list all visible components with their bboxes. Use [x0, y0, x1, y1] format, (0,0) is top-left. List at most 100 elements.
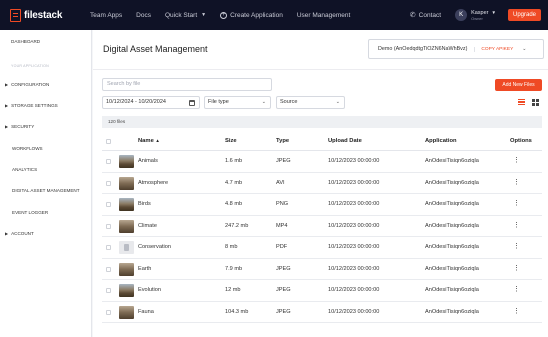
sidebar-item-security[interactable]: ▶ SECURITY [0, 124, 34, 129]
kebab-menu-icon[interactable]: ⋮ [513, 265, 520, 272]
upload-date: 10/12/2023 00:00:00 [328, 265, 380, 272]
file-name[interactable]: Atmosphere [138, 180, 168, 186]
image-thumbnail [119, 198, 134, 211]
nav-label: Docs [136, 11, 151, 19]
main-content: Digital Asset Management Demo (AnOedqdtg… [93, 30, 548, 337]
copy-apikey-button[interactable]: COPY APIKEY [474, 46, 513, 52]
application-id: AnOdesiTisiqn6oziqla [425, 222, 479, 229]
sidebar-item-analytics[interactable]: ANALYTICS [12, 167, 37, 172]
search-input[interactable]: Search by file [102, 78, 272, 91]
image-thumbnail [119, 176, 134, 190]
date-range-input[interactable]: 10/12/2024 - 10/20/2024 [102, 96, 200, 109]
sidebar-item-workflows[interactable]: WORKFLOWS [12, 146, 43, 151]
file-size: 104.3 mb [225, 308, 249, 315]
file-name[interactable]: Fauna [138, 309, 154, 315]
row-checkbox[interactable] [106, 180, 111, 186]
file-type: AVI [276, 179, 285, 186]
table-row[interactable]: Climate 247.2 mb MP4 10/12/2023 00:00:00 AnO… [102, 216, 542, 237]
sidebar-item-dashboard[interactable]: DASHBOARD [11, 39, 40, 44]
kebab-menu-icon[interactable]: ⋮ [513, 200, 520, 207]
file-name[interactable]: Earth [138, 266, 151, 272]
file-name[interactable]: Evolution [138, 287, 161, 293]
sidebar-item-event-logger[interactable]: EVENT LOGGER [12, 210, 48, 215]
sidebar-item-storage-settings[interactable]: ▶ STORAGE SETTINGS [0, 103, 58, 108]
row-checkbox[interactable] [106, 266, 111, 272]
image-thumbnail [119, 219, 134, 233]
kebab-menu-icon[interactable]: ⋮ [513, 286, 520, 293]
row-checkbox[interactable] [106, 245, 111, 250]
row-checkbox[interactable] [106, 223, 111, 229]
sidebar-item-label: STORAGE SETTINGS [11, 103, 58, 108]
sidebar-item-account[interactable]: ▶ ACCOUNT [0, 231, 34, 236]
table-row[interactable]: Atmosphere 4.7 mb AVI 10/12/2023 00:00:00 An… [102, 173, 542, 194]
sidebar-item-digital-asset-management[interactable]: DIGITAL ASSET MANAGEMENT [12, 188, 80, 193]
filestack-logo-icon [10, 8, 21, 22]
image-thumbnail [119, 284, 134, 297]
column-header-size: Size [225, 138, 237, 144]
nav-team-apps[interactable]: Team Apps [90, 12, 122, 19]
row-checkbox[interactable] [106, 288, 111, 293]
table-row[interactable]: Earth 7.9 mb JPEG 10/12/2023 00:00:00 AnOdes… [102, 259, 542, 280]
application-select[interactable]: Demo (AnOedqdtgTiOZN6NaWhBvz) COPY APIKE… [368, 39, 544, 59]
file-name[interactable]: Birds [138, 201, 151, 207]
file-type: JPEG [276, 158, 291, 164]
select-all-checkbox[interactable] [106, 139, 111, 144]
nav-create-application[interactable]: + Create Application [220, 11, 283, 19]
nav-user-management[interactable]: User Management [297, 12, 350, 19]
application-id: AnOdesiTisiqn6oziqla [425, 265, 479, 272]
row-checkbox[interactable] [106, 159, 111, 164]
row-checkbox[interactable] [106, 309, 111, 315]
upgrade-button[interactable]: Upgrade [507, 9, 541, 21]
file-type: JPEG [276, 308, 291, 315]
kebab-menu-icon[interactable]: ⋮ [513, 222, 520, 229]
kebab-menu-icon[interactable]: ⋮ [513, 308, 520, 315]
source-select[interactable]: Source ⌄ [276, 96, 345, 109]
file-type: JPEG [276, 265, 291, 272]
file-count-bar: 120 files [102, 116, 542, 128]
column-label: Name [138, 138, 154, 144]
table-row[interactable]: Birds 4.8 mb PNG 10/12/2023 00:00:00 AnOdesi… [102, 194, 542, 216]
contact-link[interactable]: ✆ Contact [409, 11, 442, 20]
table-row[interactable]: Evolution 12 mb JPEG 10/12/2023 00:00:00 AnO… [102, 280, 542, 302]
plus-circle-icon: + [220, 11, 228, 19]
file-name[interactable]: Animals [138, 158, 158, 164]
phone-icon: ✆ [409, 12, 416, 19]
sort-ascending-icon: ▲ [155, 138, 160, 143]
top-navbar: filestack Team Apps Docs Quick Start ▼ + C… [0, 0, 548, 30]
nav-label: Create Application [230, 11, 283, 19]
file-type-select[interactable]: File type ⌄ [204, 96, 271, 109]
upload-date: 10/12/2023 00:00:00 [328, 179, 380, 186]
application-id: AnOdesiTisiqn6oziqla [425, 244, 479, 250]
add-new-files-button[interactable]: Add New Files [495, 79, 542, 91]
chevron-down-icon: ⌄ [261, 99, 266, 105]
table-row[interactable]: Fauna 104.3 mb JPEG 10/12/2023 00:00:00 AnOd… [102, 302, 542, 323]
sidebar-item-configuration[interactable]: ▶ CONFIGURATION [0, 82, 49, 87]
nav-label: Quick Start [164, 11, 198, 19]
table-row[interactable]: Animals 1.6 mb JPEG 10/12/2023 00:00:00 AnOd… [102, 151, 542, 173]
upload-date: 10/12/2023 00:00:00 [328, 287, 380, 293]
sidebar: DASHBOARD YOUR APPLICATION ▶ CONFIGURATIO… [0, 30, 92, 337]
files-table: Name ▲ Size Type Upload Date Application… [102, 131, 542, 323]
table-row[interactable]: Conservation 8 mb PDF 10/12/2023 00:00:00 An… [102, 237, 542, 259]
image-thumbnail [119, 305, 134, 319]
column-header-application: Application [425, 138, 457, 144]
kebab-menu-icon[interactable]: ⋮ [513, 157, 520, 164]
chevron-down-icon: ▼ [491, 10, 496, 15]
column-header-name[interactable]: Name ▲ [138, 138, 160, 144]
file-name[interactable]: Conservation [138, 244, 171, 250]
nav-docs[interactable]: Docs [136, 12, 151, 19]
kebab-menu-icon[interactable]: ⋮ [513, 179, 520, 186]
file-name[interactable]: Climate [138, 223, 157, 229]
grid-view-icon[interactable] [532, 99, 539, 106]
caret-right-icon: ▶ [5, 124, 9, 129]
nav-quick-start[interactable]: Quick Start ▼ [165, 12, 206, 19]
list-view-icon[interactable] [518, 99, 525, 105]
user-menu[interactable]: K Kasper ▼ Owner [455, 9, 496, 21]
image-thumbnail [119, 262, 134, 276]
kebab-menu-icon[interactable]: ⋮ [513, 243, 520, 250]
file-size: 8 mb [225, 244, 238, 250]
contact-label: Contact [418, 11, 442, 19]
sidebar-item-label: ACCOUNT [11, 231, 34, 236]
filestack-logo[interactable]: filestack [10, 8, 72, 22]
row-checkbox[interactable] [106, 202, 111, 207]
